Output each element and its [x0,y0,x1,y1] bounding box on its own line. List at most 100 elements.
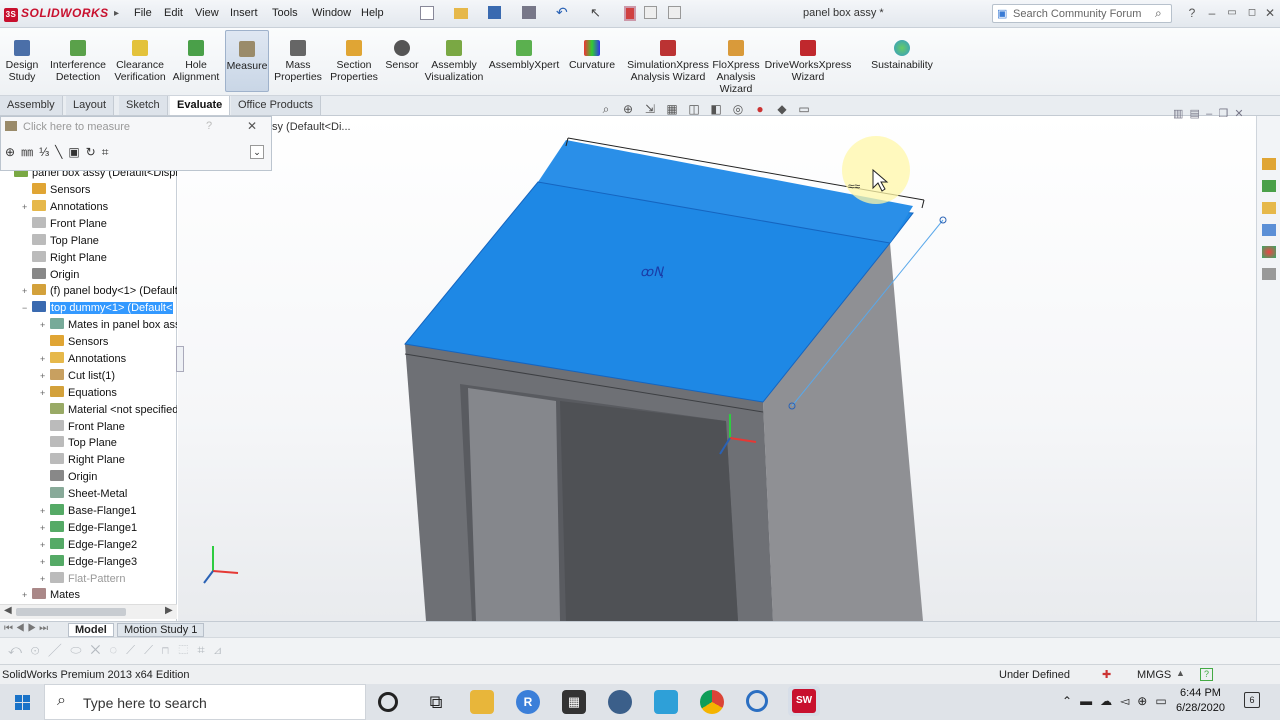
open-icon[interactable] [454,8,468,19]
view-settings-icon[interactable]: ▭ [796,102,812,118]
driveworksxpress-button[interactable]: DriveWorksXpress Wizard [764,30,852,92]
menu-tools[interactable]: Tools [272,7,298,19]
units-dropdown-icon[interactable]: ▲ [1176,668,1185,678]
tree-node-mates-in-assembly[interactable]: + Mates in panel box assy [40,317,177,334]
measure-button[interactable]: Measure [225,30,269,92]
tree-toggle-icon[interactable]: + [40,385,50,402]
customize-icon[interactable] [668,6,681,19]
undo-icon[interactable]: ↶ [556,5,568,19]
tree-toggle-icon[interactable]: + [40,537,50,554]
task-view-icon[interactable]: ⧉ [424,690,448,714]
tab-evaluate[interactable]: Evaluate [170,96,231,115]
sustainability-button[interactable]: Sustainability [868,30,936,92]
cortana-icon[interactable] [378,692,398,712]
r-app-icon[interactable]: R [516,690,540,714]
view-palette-icon[interactable] [1262,224,1276,236]
tree-node-base-flange1[interactable]: + Base-Flange1 [40,503,177,520]
measure-close-icon[interactable]: ✕ [247,119,257,133]
taskbar-search[interactable]: ⌕ Type here to search [44,684,366,720]
simulationxpress-button[interactable]: SimulationXpress Analysis Wizard [626,30,710,92]
hide-show-icon[interactable]: ◎ [730,102,746,118]
tab-office-products[interactable]: Office Products [231,96,321,115]
vp-minimize-icon[interactable]: – [1206,108,1212,120]
start-button[interactable] [0,684,44,720]
tree-toggle-icon[interactable]: − [22,300,32,317]
notifications-icon[interactable]: 6 [1244,692,1260,708]
help-icon[interactable]: ? [1184,5,1200,21]
file-explorer-icon[interactable] [1262,202,1276,214]
measure-hint[interactable]: Click here to measure [23,121,130,133]
scroll-right-icon[interactable]: ▶ [165,605,173,616]
teamviewer-icon[interactable] [654,690,678,714]
custom-properties-icon[interactable] [1262,268,1276,280]
zoom-to-fit-icon[interactable]: ⌕ [598,102,614,118]
menu-pin-icon[interactable]: ▸ [114,8,122,19]
curvature-button[interactable]: Curvature [564,30,620,92]
split-view-icon[interactable]: ▥ [1173,108,1183,120]
file-explorer-taskbar-icon[interactable] [470,690,494,714]
interference-detection-button[interactable]: Interference Detection [48,30,108,92]
assemblyxpert-button[interactable]: AssemblyXpert [488,30,560,92]
calculator-icon[interactable]: ▦ [562,690,586,714]
graphics-area[interactable]: ꝏꞐ ≈≈ ⌕ ⊕ ⇲ ▦ ◫ ◧ ◎ ● ◆ ▭ ▥ ▤ – ❐ ✕ [178,102,1256,621]
scroll-left-icon[interactable]: ◀ [4,605,12,616]
vp-restore-icon[interactable]: ❐ [1218,108,1228,120]
tree-node-flat-pattern[interactable]: + Flat-Pattern [40,571,177,588]
measure-help-icon[interactable]: ? [206,120,212,132]
tree-node-edge-flange3[interactable]: + Edge-Flange3 [40,554,177,571]
tile-view-icon[interactable]: ▤ [1190,108,1200,120]
tray-cloud-icon[interactable]: ☁ [1100,694,1120,708]
print-icon[interactable] [522,6,536,19]
tree-toggle-icon[interactable]: + [22,587,32,604]
units-icon[interactable]: ㎜ [21,145,39,159]
home-icon[interactable] [1262,158,1276,170]
rebuild-icon[interactable]: ✚ [1102,668,1111,681]
help-status-icon[interactable]: ? [1200,668,1213,681]
tab-nav-icons[interactable]: ⏮ ◀ ▶ ⏭ [4,623,48,634]
tree-toggle-icon[interactable]: + [40,368,50,385]
tree-node-sensors[interactable]: Sensors [22,182,177,199]
mass-properties-button[interactable]: Mass Properties [274,30,322,92]
taskbar-clock[interactable]: 6:44 PM 6/28/2020 [1176,686,1225,716]
appearance-icon[interactable]: ● [752,102,768,118]
history-icon[interactable]: ↻ [86,145,102,159]
arc-circle-icon[interactable]: ⊕ [5,145,21,159]
design-library-icon[interactable] [1262,180,1276,192]
tree-toggle-icon[interactable]: + [40,554,50,571]
tree-node-origin[interactable]: Origin [22,267,177,284]
tree-toggle-icon[interactable]: + [40,317,50,334]
section-view-icon[interactable]: ▦ [664,102,680,118]
new-icon[interactable] [420,6,434,20]
projection-icon[interactable]: ▣ [68,145,85,159]
sensor-button[interactable]: Sensor [384,30,420,92]
tree-node-front-plane[interactable]: Front Plane [22,216,177,233]
network-app-icon[interactable] [608,690,632,714]
tray-keyboard-icon[interactable]: ▭ [1155,694,1174,708]
tree-node-front-plane[interactable]: Front Plane [40,419,177,436]
select-icon[interactable]: ↖ [590,6,601,19]
tree-toggle-icon[interactable]: + [22,283,32,300]
tree-node-sensors[interactable]: Sensors [40,334,177,351]
tab-model[interactable]: Model [68,623,114,637]
appearances-icon[interactable] [1262,246,1276,258]
tab-layout[interactable]: Layout [66,96,115,115]
menu-view[interactable]: View [195,7,219,19]
solidworks-taskbar-button[interactable]: SW [788,686,820,716]
tree-node-material[interactable]: Material <not specified> [40,402,177,419]
menu-edit[interactable]: Edit [164,7,183,19]
tree-toggle-icon[interactable]: + [40,351,50,368]
scene-icon[interactable]: ◆ [774,102,790,118]
hole-alignment-button[interactable]: Hole Alignment [172,30,220,92]
tree-toggle-icon[interactable]: + [22,199,32,216]
tree-node-mates[interactable]: + Mates [22,587,177,604]
tree-node-cut-list[interactable]: + Cut list(1) [40,368,177,385]
measure-panel[interactable]: Click here to measure ? ✕ ⊕㎜⅓╲▣↻⌗ ⌄ [0,116,272,171]
tree-node-sheet-metal[interactable]: Sheet-Metal [40,486,177,503]
tree-node-top-plane[interactable]: Top Plane [22,233,177,250]
panel-collapse-handle[interactable] [176,346,184,372]
clearance-verification-button[interactable]: Clearance Verification [112,30,168,92]
menu-help[interactable]: Help [361,7,384,19]
menu-window[interactable]: Window [312,7,351,19]
tree-node-top-plane[interactable]: Top Plane [40,435,177,452]
tab-sketch[interactable]: Sketch [119,96,168,115]
